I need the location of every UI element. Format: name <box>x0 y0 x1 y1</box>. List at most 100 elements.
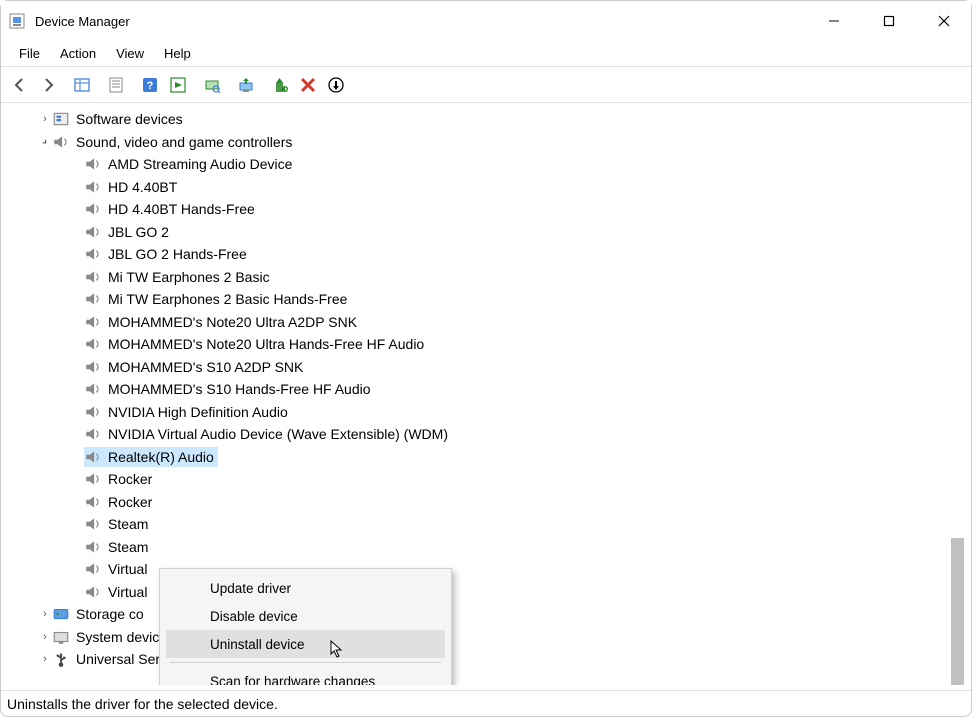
ctx-disable-device[interactable]: Disable device <box>166 602 445 630</box>
chevron-right-icon[interactable]: › <box>38 113 52 125</box>
device-row[interactable]: MOHAMMED's S10 A2DP SNK <box>6 356 966 379</box>
device-label: Virtual <box>108 584 147 600</box>
category-label: Storage co <box>76 606 144 622</box>
speaker-icon <box>84 178 102 196</box>
category-system-devices[interactable]: › System devices <box>6 626 966 649</box>
show-hide-tree-button[interactable] <box>69 72 95 98</box>
category-storage[interactable]: › Storage co <box>6 603 966 626</box>
speaker-icon <box>84 380 102 398</box>
device-row[interactable]: MOHAMMED's Note20 Ultra A2DP SNK <box>6 311 966 334</box>
device-row[interactable]: JBL GO 2 <box>6 221 966 244</box>
device-row[interactable]: MOHAMMED's S10 Hands-Free HF Audio <box>6 378 966 401</box>
speaker-icon <box>84 560 102 578</box>
device-row[interactable]: Mi TW Earphones 2 Basic Hands-Free <box>6 288 966 311</box>
category-usb[interactable]: › Universal Serial Bus controllers <box>6 648 966 671</box>
speaker-icon <box>84 470 102 488</box>
category-label: Software devices <box>76 111 183 127</box>
speaker-icon <box>84 583 102 601</box>
device-label: NVIDIA Virtual Audio Device (Wave Extens… <box>108 426 448 442</box>
device-row[interactable]: AMD Streaming Audio Device <box>6 153 966 176</box>
speaker-icon <box>84 358 102 376</box>
category-sound-video-game[interactable]: › Sound, video and game controllers <box>6 131 966 154</box>
speaker-icon <box>84 313 102 331</box>
status-text: Uninstalls the driver for the selected d… <box>7 696 278 712</box>
window-title: Device Manager <box>35 14 130 29</box>
menu-action[interactable]: Action <box>50 43 106 64</box>
speaker-icon <box>84 268 102 286</box>
ctx-update-driver[interactable]: Update driver <box>166 574 445 602</box>
enable-device-button[interactable] <box>267 72 293 98</box>
device-row[interactable]: Steam <box>6 513 966 536</box>
device-label: MOHAMMED's S10 A2DP SNK <box>108 359 303 375</box>
back-button[interactable] <box>7 72 33 98</box>
action-button[interactable] <box>165 72 191 98</box>
speaker-category-icon <box>52 133 70 151</box>
device-label: MOHAMMED's Note20 Ultra Hands-Free HF Au… <box>108 336 424 352</box>
menu-bar: File Action View Help <box>1 41 971 67</box>
update-driver-button[interactable] <box>233 72 259 98</box>
properties-button[interactable] <box>103 72 129 98</box>
device-label: Rocker <box>108 471 152 487</box>
app-icon <box>9 13 25 29</box>
software-category-icon <box>52 110 70 128</box>
storage-category-icon <box>52 605 70 623</box>
device-row[interactable]: Realtek(R) Audio <box>6 446 966 469</box>
speaker-icon <box>84 155 102 173</box>
device-row[interactable]: Steam <box>6 536 966 559</box>
menu-view[interactable]: View <box>106 43 154 64</box>
help-button[interactable]: ? <box>137 72 163 98</box>
device-tree-area: › Software devices › Sound, video and ga… <box>3 105 969 688</box>
speaker-icon <box>84 245 102 263</box>
device-label: Virtual <box>108 561 147 577</box>
menu-help[interactable]: Help <box>154 43 201 64</box>
device-row[interactable]: Virtual <box>6 581 966 604</box>
speaker-icon <box>84 335 102 353</box>
device-row[interactable]: Rocker <box>6 468 966 491</box>
chevron-right-icon[interactable]: › <box>38 608 52 620</box>
device-row[interactable]: HD 4.40BT Hands-Free <box>6 198 966 221</box>
device-row[interactable]: Mi TW Earphones 2 Basic <box>6 266 966 289</box>
disable-device-button[interactable] <box>295 72 321 98</box>
device-row[interactable]: HD 4.40BT <box>6 176 966 199</box>
speaker-icon <box>84 448 102 466</box>
device-tree[interactable]: › Software devices › Sound, video and ga… <box>6 108 966 685</box>
uninstall-device-button[interactable] <box>323 72 349 98</box>
svg-text:?: ? <box>147 80 154 92</box>
menu-file[interactable]: File <box>9 43 50 64</box>
status-bar: Uninstalls the driver for the selected d… <box>1 690 971 716</box>
toolbar: ? <box>1 67 971 103</box>
system-category-icon <box>52 628 70 646</box>
title-bar: Device Manager <box>1 1 971 41</box>
scrollbar-thumb[interactable] <box>951 538 964 688</box>
minimize-button[interactable] <box>806 1 861 41</box>
ctx-separator <box>170 662 441 663</box>
category-software-devices[interactable]: › Software devices <box>6 108 966 131</box>
usb-category-icon <box>52 650 70 668</box>
speaker-icon <box>84 515 102 533</box>
close-button[interactable] <box>916 1 971 41</box>
ctx-scan-hardware[interactable]: Scan for hardware changes <box>166 667 445 688</box>
speaker-icon <box>84 223 102 241</box>
device-label: Mi TW Earphones 2 Basic Hands-Free <box>108 291 347 307</box>
scan-hardware-button[interactable] <box>199 72 225 98</box>
device-row[interactable]: NVIDIA Virtual Audio Device (Wave Extens… <box>6 423 966 446</box>
device-label: MOHAMMED's S10 Hands-Free HF Audio <box>108 381 371 397</box>
ctx-uninstall-device[interactable]: Uninstall device <box>166 630 445 658</box>
forward-button[interactable] <box>35 72 61 98</box>
device-row[interactable]: NVIDIA High Definition Audio <box>6 401 966 424</box>
chevron-right-icon[interactable]: › <box>38 653 52 665</box>
device-label: Mi TW Earphones 2 Basic <box>108 269 270 285</box>
device-label: MOHAMMED's Note20 Ultra A2DP SNK <box>108 314 357 330</box>
device-row[interactable]: Virtual <box>6 558 966 581</box>
speaker-icon <box>84 425 102 443</box>
speaker-icon <box>84 493 102 511</box>
device-row[interactable]: Rocker <box>6 491 966 514</box>
device-row[interactable]: MOHAMMED's Note20 Ultra Hands-Free HF Au… <box>6 333 966 356</box>
device-label: Rocker <box>108 494 152 510</box>
device-label: JBL GO 2 <box>108 224 169 240</box>
maximize-button[interactable] <box>861 1 916 41</box>
device-label: NVIDIA High Definition Audio <box>108 404 288 420</box>
device-label: Steam <box>108 516 148 532</box>
device-row[interactable]: JBL GO 2 Hands-Free <box>6 243 966 266</box>
chevron-right-icon[interactable]: › <box>38 631 52 643</box>
